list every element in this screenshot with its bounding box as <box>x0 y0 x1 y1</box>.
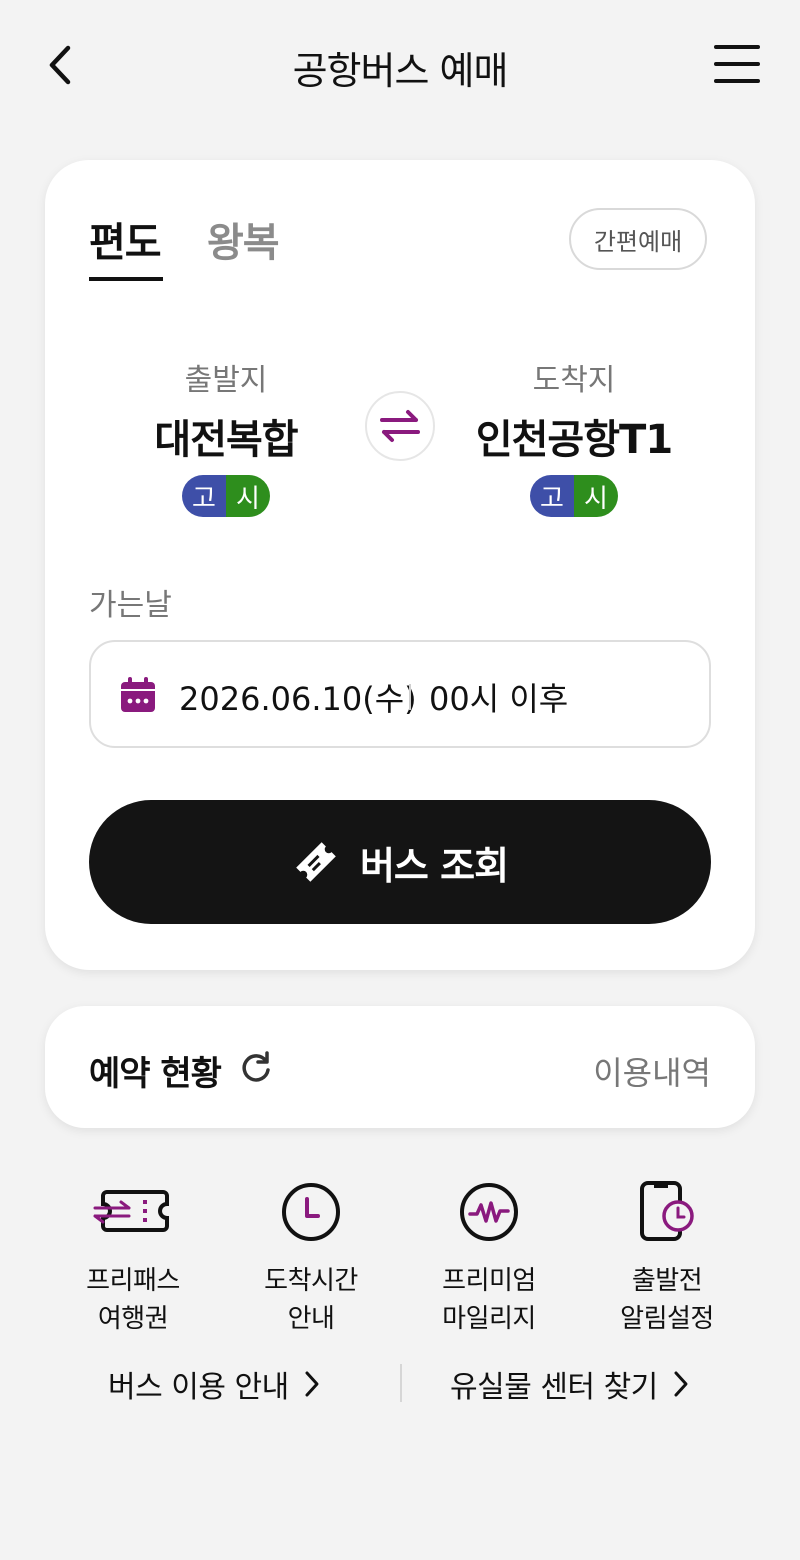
calendar-icon <box>121 677 155 712</box>
bus-guide-link[interactable]: 버스 이용 안내 <box>108 1362 321 1406</box>
departure-time: 00시 이후 <box>429 680 569 718</box>
quick-booking-button[interactable]: 간편예매 <box>569 208 707 270</box>
arrival-tags: 고 시 <box>530 475 618 517</box>
tab-round-trip[interactable]: 왕복 <box>207 210 280 268</box>
quick-menu-label: 안내 <box>287 1304 335 1334</box>
lost-found-link[interactable]: 유실물 센터 찾기 <box>450 1362 690 1406</box>
phone-alarm-icon <box>640 1181 694 1241</box>
swap-locations-button[interactable] <box>365 391 435 461</box>
intercity-tag: 시 <box>226 475 270 517</box>
usage-history-link[interactable]: 이용내역 <box>593 1048 711 1094</box>
express-tag: 고 <box>182 475 226 517</box>
chevron-right-icon <box>674 1371 688 1397</box>
departure-selector[interactable]: 출발지 대전복합 고 시 <box>101 355 351 517</box>
active-tab-indicator <box>89 277 163 281</box>
page-title: 공항버스 예매 <box>292 49 509 93</box>
lost-found-label: 유실물 센터 찾기 <box>450 1370 658 1405</box>
tab-one-way[interactable]: 편도 <box>89 210 162 268</box>
hamburger-menu-icon <box>714 45 760 83</box>
quick-menu-label: 프리미엄 <box>442 1266 536 1296</box>
reservation-status-title: 예약 현황 <box>89 1054 222 1094</box>
quick-menu-label: 출발전 <box>631 1266 703 1296</box>
reservation-status-card: 예약 현황 이용내역 <box>45 1006 755 1128</box>
mileage-icon <box>460 1183 518 1241</box>
bus-search-button[interactable]: 버스 조회 <box>89 800 711 924</box>
quick-menu-label: 마일리지 <box>442 1304 536 1334</box>
refresh-icon[interactable] <box>239 1050 273 1084</box>
departure-name: 대전복합 <box>154 417 298 463</box>
app-header: 공항버스 예매 <box>0 0 800 130</box>
quick-menu-freepass[interactable]: 프리패스 여행권 <box>43 1180 223 1338</box>
bus-guide-label: 버스 이용 안내 <box>108 1370 289 1405</box>
bus-search-label: 버스 조회 <box>359 843 509 888</box>
departure-tags: 고 시 <box>182 475 270 517</box>
quick-menu-label: 도착시간 <box>264 1266 358 1296</box>
intercity-tag: 시 <box>574 475 618 517</box>
freepass-ticket-icon <box>93 1190 169 1232</box>
quick-menu-premium-mileage[interactable]: 프리미엄 마일리지 <box>399 1180 579 1338</box>
ticket-icon <box>296 842 336 882</box>
menu-button[interactable] <box>712 42 762 86</box>
departure-date: 2026.06.10(수) <box>179 680 417 718</box>
quick-menu-arrival-time[interactable]: 도착시간 안내 <box>221 1180 401 1338</box>
clock-icon <box>282 1183 340 1241</box>
arrival-selector[interactable]: 도착지 인천공항T1 고 시 <box>449 355 699 517</box>
quick-menu-label: 여행권 <box>97 1304 169 1334</box>
quick-menu-label: 프리패스 <box>86 1266 180 1296</box>
chevron-right-icon <box>305 1371 319 1397</box>
booking-card: 편도 왕복 간편예매 출발지 대전복합 고 시 도착지 인천공항T1 고 시 가… <box>45 160 755 970</box>
arrival-label: 도착지 <box>532 363 616 398</box>
express-tag: 고 <box>530 475 574 517</box>
quick-menu-label: 알림설정 <box>620 1304 714 1334</box>
arrival-name: 인천공항T1 <box>475 417 673 463</box>
date-time-field[interactable]: 2026.06.10(수) 00시 이후 <box>89 640 711 748</box>
links-divider <box>400 1364 402 1402</box>
date-label: 가는날 <box>89 588 172 623</box>
field-divider <box>409 684 411 710</box>
swap-arrows-icon <box>380 410 420 442</box>
quick-menu-departure-alarm[interactable]: 출발전 알림설정 <box>577 1180 757 1338</box>
departure-label: 출발지 <box>184 363 268 398</box>
